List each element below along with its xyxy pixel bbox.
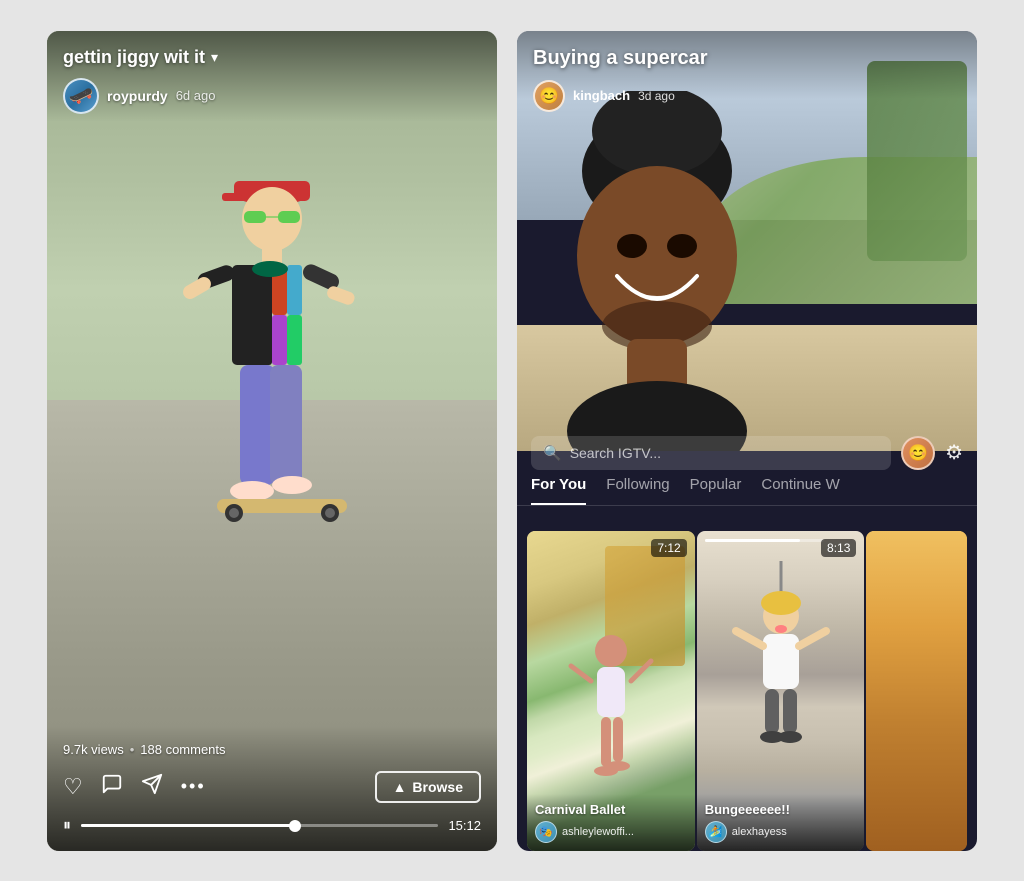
thumbnail-1-duration: 7:12 [651, 539, 686, 557]
more-options-icon[interactable]: ••• [181, 776, 206, 797]
time-display: 15:12 [448, 818, 481, 833]
progress-bar[interactable] [81, 824, 438, 827]
bungee-person [721, 561, 841, 761]
comments-count: 188 comments [140, 742, 225, 757]
tab-for-you[interactable]: For You [531, 476, 586, 505]
actions-row: ♡ ••• ▲ Browse [63, 771, 481, 803]
right-user-row: 😊 kingbach 3d ago [533, 80, 961, 112]
person-figure-right [517, 91, 817, 451]
username[interactable]: roypurdy [107, 88, 168, 104]
separator: • [130, 742, 135, 757]
thumbnail-2-progress-fill [705, 539, 801, 542]
thumbnail-1-title: Carnival Ballet [535, 802, 687, 817]
right-avatar[interactable]: 😊 [533, 80, 565, 112]
nav-tabs: For You Following Popular Continue W [517, 476, 977, 506]
dropdown-icon[interactable]: ▾ [211, 49, 218, 66]
app-container: gettin jiggy wit it ▾ 🛹 roypurdy 6d ago … [0, 0, 1024, 881]
thumbnail-3-bg [866, 531, 967, 851]
ballet-person [561, 631, 661, 791]
browse-chevron: ▲ [393, 779, 407, 795]
thumbnail-1-username: ashleylewoffi... [562, 826, 634, 838]
progress-handle[interactable] [289, 820, 301, 832]
right-time: 3d ago [638, 89, 675, 103]
thumbnail-1-info: Carnival Ballet 🎭 ashleylewoffi... [527, 794, 695, 851]
search-icon: 🔍 [543, 444, 562, 462]
skateboarder-figure [142, 111, 402, 671]
thumbnail-2-duration: 8:13 [821, 539, 856, 557]
thumbnail-card-2[interactable]: 8:13 Bungeeeeee!! 🏄 alexhayess [697, 531, 865, 851]
left-bottom-overlay: 9.7k views • 188 comments ♡ ••• ▲ [47, 726, 497, 851]
thumbnail-2-title: Bungeeeeee!! [705, 802, 857, 817]
share-icon[interactable] [141, 773, 163, 801]
thumbnail-1-user-row: 🎭 ashleylewoffi... [535, 821, 687, 843]
avatar-figure: 🛹 [69, 86, 94, 106]
video-title-row: gettin jiggy wit it ▾ [63, 47, 481, 68]
left-actions: ♡ ••• [63, 773, 206, 801]
browse-label: Browse [412, 779, 463, 795]
right-video-panel: Buying a supercar 😊 kingbach 3d ago 🔍 Se… [517, 31, 977, 851]
pause-button[interactable]: ⏸ [63, 817, 71, 835]
comment-icon[interactable] [101, 773, 123, 801]
progress-row: ⏸ 15:12 [63, 817, 481, 835]
thumbnail-2-username: alexhayess [732, 826, 787, 838]
left-top-overlay: gettin jiggy wit it ▾ 🛹 roypurdy 6d ago [47, 31, 497, 122]
stats-row: 9.7k views • 188 comments [63, 742, 481, 757]
profile-mini-icon[interactable]: 😊 [901, 436, 935, 470]
search-placeholder-text: Search IGTV... [570, 445, 661, 461]
thumbnail-1-avatar[interactable]: 🎭 [535, 821, 557, 843]
thumbnail-card-3[interactable] [866, 531, 967, 851]
search-bar[interactable]: 🔍 Search IGTV... [531, 436, 891, 470]
tab-continue[interactable]: Continue W [761, 476, 839, 505]
video-title: gettin jiggy wit it [63, 47, 205, 68]
thumbnail-2-progress-bar[interactable] [705, 539, 825, 542]
thumbnail-2-user-row: 🏄 alexhayess [705, 821, 857, 843]
thumbnail-2-info: Bungeeeeee!! 🏄 alexhayess [697, 794, 865, 851]
like-icon[interactable]: ♡ [63, 774, 83, 800]
thumbnail-2-avatar[interactable]: 🏄 [705, 821, 727, 843]
thumbnails-area: 7:12 Carnival Ballet 🎭 ashleylewoffi... [517, 521, 977, 851]
progress-fill [81, 824, 295, 827]
avatar[interactable]: 🛹 [63, 78, 99, 114]
right-username[interactable]: kingbach [573, 88, 630, 103]
right-top-overlay: Buying a supercar 😊 kingbach 3d ago [517, 31, 977, 128]
tab-popular[interactable]: Popular [690, 476, 742, 505]
right-video-title: Buying a supercar [533, 47, 961, 70]
user-info-row: 🛹 roypurdy 6d ago [63, 78, 481, 114]
left-video-panel: gettin jiggy wit it ▾ 🛹 roypurdy 6d ago … [47, 31, 497, 851]
tab-following[interactable]: Following [606, 476, 669, 505]
browse-button[interactable]: ▲ Browse [375, 771, 481, 803]
settings-icon[interactable]: ⚙ [945, 440, 963, 465]
search-area: 🔍 Search IGTV... 😊 ⚙ [517, 426, 977, 480]
views-count: 9.7k views [63, 742, 124, 757]
thumbnail-card-1[interactable]: 7:12 Carnival Ballet 🎭 ashleylewoffi... [527, 531, 695, 851]
post-time: 6d ago [176, 88, 216, 103]
